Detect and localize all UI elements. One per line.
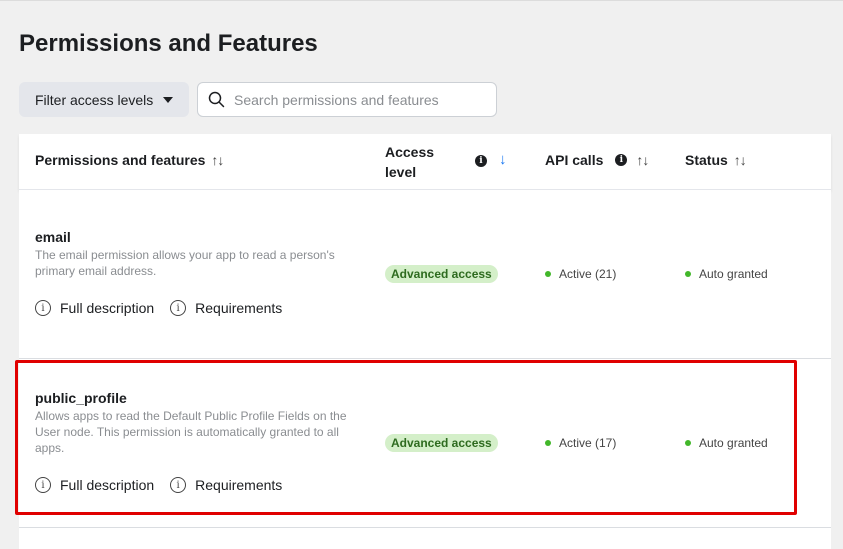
info-icon[interactable]: i bbox=[615, 154, 628, 166]
status-dot bbox=[545, 440, 551, 446]
table-row: public_profile Allows apps to read the D… bbox=[19, 359, 831, 528]
sort-icon[interactable]: ↑↓ bbox=[211, 152, 224, 168]
row-links: i Full description i Requirements bbox=[35, 300, 298, 316]
permission-description: Allows apps to read the Default Public P… bbox=[35, 409, 347, 455]
page-title: Permissions and Features bbox=[19, 30, 318, 57]
search-input[interactable] bbox=[232, 90, 486, 109]
header-api-calls[interactable]: API calls i ↑↓ bbox=[545, 152, 649, 168]
permissions-table: Permissions and features ↑↓ Access level… bbox=[19, 134, 831, 549]
info-circle-icon: i bbox=[35, 477, 51, 493]
requirements-link[interactable]: i Requirements bbox=[170, 477, 282, 493]
search-box[interactable] bbox=[197, 82, 497, 117]
header-status[interactable]: Status ↑↓ bbox=[685, 152, 747, 168]
arrow-down-icon[interactable]: ↓ bbox=[499, 151, 507, 168]
info-circle-icon: i bbox=[170, 477, 187, 493]
filter-label: Filter access levels bbox=[35, 91, 154, 108]
full-description-link[interactable]: i Full description bbox=[35, 477, 154, 493]
top-divider bbox=[0, 0, 843, 1]
sort-icon[interactable]: ↑↓ bbox=[734, 152, 747, 168]
header-access-level: Access level bbox=[385, 144, 435, 180]
status-dot bbox=[685, 271, 691, 277]
api-calls-status: Active (21) bbox=[545, 267, 616, 281]
table-row: email The email permission allows your a… bbox=[19, 190, 831, 359]
table-header: Permissions and features ↑↓ Access level… bbox=[19, 134, 831, 190]
api-calls-status: Active (17) bbox=[545, 436, 616, 450]
caret-down-icon bbox=[163, 96, 174, 103]
search-icon bbox=[208, 91, 225, 108]
requirements-link[interactable]: i Requirements bbox=[170, 300, 282, 316]
permission-description: The email permission allows your app to … bbox=[35, 248, 335, 278]
sort-icon[interactable]: ↑↓ bbox=[636, 152, 649, 168]
access-badge: Advanced access bbox=[385, 434, 498, 452]
info-circle-icon: i bbox=[170, 300, 187, 316]
grant-status: Auto granted bbox=[685, 267, 768, 281]
header-permissions[interactable]: Permissions and features ↑↓ bbox=[35, 152, 224, 168]
access-badge: Advanced access bbox=[385, 265, 498, 283]
status-dot bbox=[545, 271, 551, 277]
row-links: i Full description i Requirements bbox=[35, 477, 298, 493]
permission-name: public_profile bbox=[35, 390, 127, 406]
full-description-link[interactable]: i Full description bbox=[35, 300, 154, 316]
filter-access-levels-button[interactable]: Filter access levels bbox=[19, 82, 189, 117]
info-circle-icon: i bbox=[35, 300, 51, 316]
status-dot bbox=[685, 440, 691, 446]
permission-name: email bbox=[35, 229, 71, 245]
info-icon[interactable]: i bbox=[475, 155, 487, 167]
grant-status: Auto granted bbox=[685, 436, 768, 450]
